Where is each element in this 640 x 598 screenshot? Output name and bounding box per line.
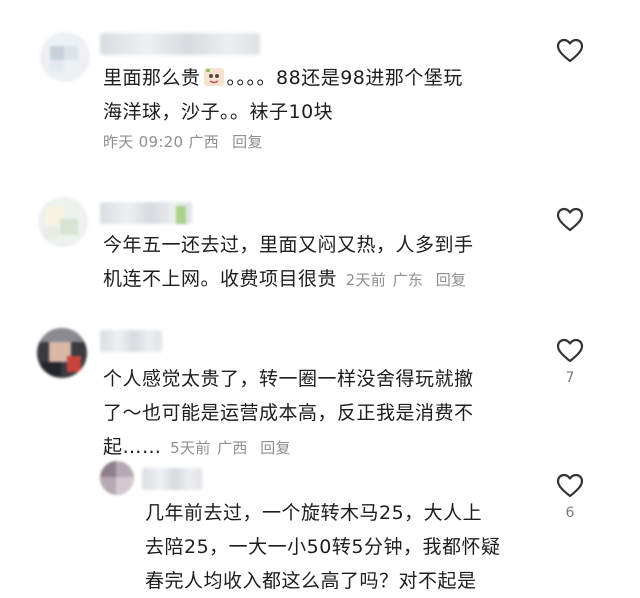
comment-text-line: 今年五一还去过，里面又闷又热，人多到手 [103, 234, 474, 256]
comment-location: 广西 [217, 439, 248, 457]
username-blurred[interactable] [142, 468, 202, 490]
comment-text-line: 个人感觉太贵了，转一圈一样没舍得玩就撤 [103, 368, 474, 390]
like-count: 7 [565, 370, 575, 386]
comment-text: 个人感觉太贵了，转一圈一样没舍得玩就撤 了～也可能是运营成本高，反正我是消费不 … [103, 362, 474, 465]
comment-text-line: 。。。。88还是98进那个堡玩 [226, 67, 463, 89]
sticker-emoji-icon [203, 64, 225, 86]
comment-text-line: 去陪25，一大一小50转5分钟，我都怀疑 [145, 536, 501, 558]
like-button[interactable]: 6 [555, 473, 585, 521]
like-button[interactable] [555, 38, 585, 64]
comment-text-line: 里面那么贵 [103, 67, 201, 89]
username-blurred[interactable] [100, 33, 260, 55]
comment-location: 广东 [392, 271, 424, 289]
like-button[interactable] [555, 207, 585, 233]
avatar[interactable] [100, 461, 134, 495]
comment-meta: 昨天 09:20 广西 回复 [103, 131, 263, 152]
reply-button[interactable]: 回复 [436, 271, 467, 289]
reply-button[interactable]: 回复 [232, 133, 263, 151]
comment-text-line: 机连不上网。收费项目很贵 [103, 268, 338, 290]
comment-text-line: 了～也可能是运营成本高，反正我是消费不 [103, 402, 474, 424]
like-button[interactable]: 7 [555, 338, 585, 386]
comment-text: 几年前去过，一个旋转木马25，大人上 去陪25，一大一小50转5分钟，我都怀疑 … [145, 496, 500, 598]
heart-outline-icon [556, 38, 584, 63]
comment-time: 2天前 [345, 271, 387, 289]
comment-text: 今年五一还去过，里面又闷又热，人多到手 机连不上网。收费项目很贵 2天前 广东 … [103, 228, 474, 297]
comment-text-line: 海洋球，沙子。。袜子10块 [103, 101, 334, 123]
avatar[interactable] [38, 197, 88, 247]
avatar[interactable] [40, 32, 90, 82]
comment-text-line: 起…… [103, 436, 162, 458]
username-blurred[interactable] [100, 330, 162, 352]
comment-location: 广西 [188, 133, 220, 151]
comment-text: 里面那么贵 。。。。88还是98进那个堡玩 海洋球，沙子。。袜子10块 [103, 61, 463, 129]
comment-text-line: 春完人均收入都这么高了吗？对不起是 [145, 570, 477, 592]
heart-outline-icon [556, 338, 584, 363]
like-count: 6 [565, 505, 575, 521]
comment-text-line: 几年前去过，一个旋转木马25，大人上 [145, 502, 483, 524]
reply-button[interactable]: 回复 [260, 439, 291, 457]
comment-time: 昨天 09:20 [103, 133, 184, 151]
avatar-badge [176, 206, 186, 224]
avatar[interactable] [37, 328, 87, 378]
comment-time: 5天前 [170, 439, 211, 457]
heart-outline-icon [556, 207, 584, 232]
heart-outline-icon [556, 473, 584, 498]
